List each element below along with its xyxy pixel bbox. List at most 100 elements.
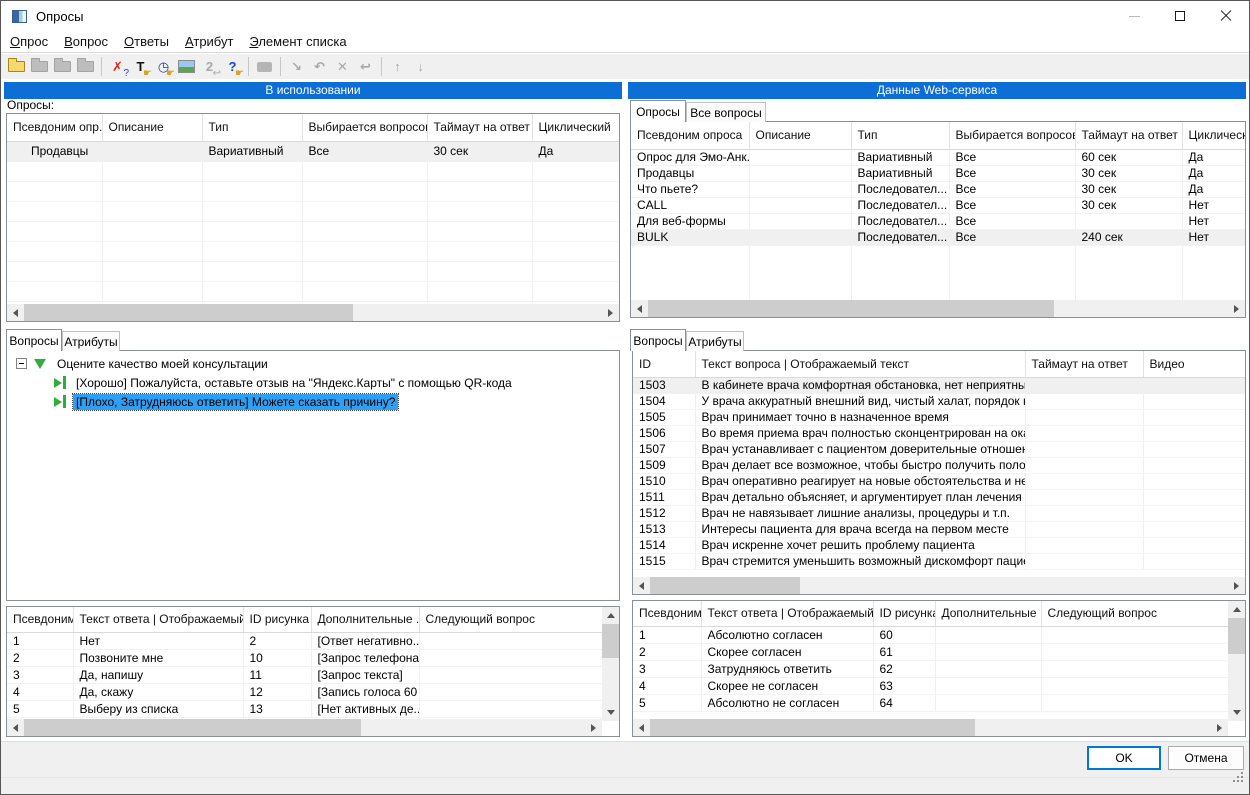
cell[interactable] [749, 197, 851, 213]
cell[interactable]: [Нет активных де... [311, 700, 419, 717]
cell[interactable] [749, 181, 851, 197]
cell[interactable]: Врач детально объясняет, и аргументирует… [695, 489, 1025, 505]
cell[interactable]: [Ответ негативно... [311, 632, 419, 649]
table-row[interactable]: 4Да, скажу12[Запись голоса 60 ... [7, 683, 602, 700]
cell[interactable]: Скорее не согласен [701, 677, 873, 694]
horizontal-scrollbar[interactable] [631, 300, 1245, 317]
cell[interactable]: 12 [243, 683, 311, 700]
cell[interactable]: 2 [633, 643, 701, 660]
cell[interactable] [935, 677, 1041, 694]
cell[interactable] [1025, 473, 1143, 489]
table-row[interactable]: 1510Врач оперативно реагирует на новые о… [633, 473, 1245, 489]
cell[interactable] [1143, 505, 1245, 521]
column-header[interactable]: Выбирается вопросов [949, 122, 1075, 149]
cell[interactable] [419, 700, 602, 717]
column-header[interactable]: Таймаут на ответ [1025, 351, 1143, 377]
cell[interactable]: Врач оперативно реагирует на новые обсто… [695, 473, 1025, 489]
column-header[interactable]: Видео [1143, 351, 1245, 377]
table-row[interactable]: 1Нет2[Ответ негативно... [7, 632, 602, 649]
cell[interactable]: Да, скажу [73, 683, 243, 700]
scroll-left-icon[interactable] [633, 719, 650, 736]
cell[interactable] [1025, 553, 1143, 569]
column-header[interactable]: Выбирается вопросов [302, 114, 427, 141]
table-row[interactable]: 1515Врач стремится уменьшить возможный д… [633, 553, 1245, 569]
cell[interactable]: Вариативный [851, 165, 949, 181]
scroll-right-icon[interactable] [585, 719, 602, 736]
cell[interactable]: [Запись голоса 60 ... [311, 683, 419, 700]
scroll-up-icon[interactable] [602, 607, 619, 624]
cell[interactable] [1041, 677, 1228, 694]
scrollbar-thumb[interactable] [24, 304, 353, 321]
text-question-icon[interactable]: T☛ [129, 55, 152, 78]
horizontal-scrollbar[interactable] [633, 577, 1245, 594]
cell[interactable]: Все [949, 197, 1075, 213]
cell[interactable] [1025, 425, 1143, 441]
close-button[interactable] [1203, 1, 1249, 31]
table-row[interactable]: Что пьете?Последовател...Все30 секДа [631, 181, 1245, 197]
column-header[interactable]: Псевдоним [633, 601, 701, 626]
cell[interactable]: 1505 [633, 409, 695, 425]
table-row[interactable]: Для веб-формыПоследовател...ВсеНет [631, 213, 1245, 229]
ok-button[interactable]: OK [1087, 746, 1161, 770]
cell[interactable] [1025, 521, 1143, 537]
tab-right-voprosy[interactable]: Вопросы [630, 329, 686, 351]
column-header[interactable]: Циклический [532, 114, 619, 141]
cell[interactable] [1025, 409, 1143, 425]
cell[interactable]: 1513 [633, 521, 695, 537]
cell[interactable]: 4 [7, 683, 73, 700]
vertical-scrollbar[interactable] [602, 607, 619, 721]
cell[interactable] [935, 694, 1041, 711]
cell[interactable]: Да, напишу [73, 666, 243, 683]
column-header[interactable]: Тип [851, 122, 949, 149]
cell[interactable] [1025, 457, 1143, 473]
cell[interactable]: 1514 [633, 537, 695, 553]
scroll-left-icon[interactable] [631, 300, 648, 317]
cell[interactable]: Врач стремится уменьшить возможный диско… [695, 553, 1025, 569]
cell[interactable]: Все [949, 149, 1075, 165]
scrollbar-thumb[interactable] [1228, 618, 1245, 654]
table-row[interactable]: BULKПоследовател...Все240 секНет [631, 229, 1245, 245]
cell[interactable]: Во время приема врач полностью сконцентр… [695, 425, 1025, 441]
cell[interactable] [935, 643, 1041, 660]
cell[interactable]: 1515 [633, 553, 695, 569]
delete-question-icon[interactable]: ✗? [106, 55, 129, 78]
cell[interactable]: Нет [73, 632, 243, 649]
tab-left-voprosy[interactable]: Вопросы [6, 329, 62, 351]
scroll-left-icon[interactable] [7, 719, 24, 736]
cell[interactable]: Все [949, 181, 1075, 197]
cell[interactable]: Врач принимает точно в назначенное время [695, 409, 1025, 425]
cell[interactable] [419, 649, 602, 666]
cell[interactable] [1025, 489, 1143, 505]
table-row[interactable]: 2Скорее согласен61 [633, 643, 1228, 660]
cell[interactable]: BULK [631, 229, 749, 245]
cell[interactable] [749, 165, 851, 181]
cell[interactable]: Последовател... [851, 181, 949, 197]
column-header[interactable]: Псевдоним опр... [7, 114, 102, 141]
cell[interactable]: Врач не навязывает лишние анализы, проце… [695, 505, 1025, 521]
cell[interactable]: 60 [873, 626, 935, 643]
cell[interactable]: Выберу из списка [73, 700, 243, 717]
scroll-right-icon[interactable] [1228, 577, 1245, 594]
table-row[interactable]: 1509Врач делает все возможное, чтобы быс… [633, 457, 1245, 473]
cell[interactable]: Да [1182, 165, 1245, 181]
tree-node-child[interactable]: [Плохо, Затрудняюсь ответить] Можете ска… [54, 392, 619, 411]
cell[interactable]: 1 [633, 626, 701, 643]
scrollbar-thumb[interactable] [648, 300, 1054, 317]
scrollbar-thumb[interactable] [650, 719, 975, 736]
cell[interactable] [1025, 393, 1143, 409]
tab-right-atributy[interactable]: Атрибуты [686, 331, 744, 351]
maximize-button[interactable] [1157, 1, 1203, 31]
tree-node-root[interactable]: Оцените качество моей консультации [14, 354, 619, 373]
column-header[interactable]: Текст вопроса | Отображаемый текст [695, 351, 1025, 377]
cell[interactable]: 30 сек [427, 141, 532, 161]
cell[interactable]: 60 сек [1075, 149, 1182, 165]
resize-grip-icon[interactable] [1233, 780, 1235, 782]
image-icon[interactable] [175, 55, 198, 78]
new-folder-icon[interactable] [5, 55, 28, 78]
cell[interactable]: 5 [7, 700, 73, 717]
column-header[interactable]: Псевдоним [7, 607, 73, 632]
scroll-right-icon[interactable] [1211, 719, 1228, 736]
column-header[interactable]: Тип [202, 114, 302, 141]
column-header[interactable]: Текст ответа | Отображаемый... [701, 601, 873, 626]
scrollbar-thumb[interactable] [602, 624, 619, 658]
